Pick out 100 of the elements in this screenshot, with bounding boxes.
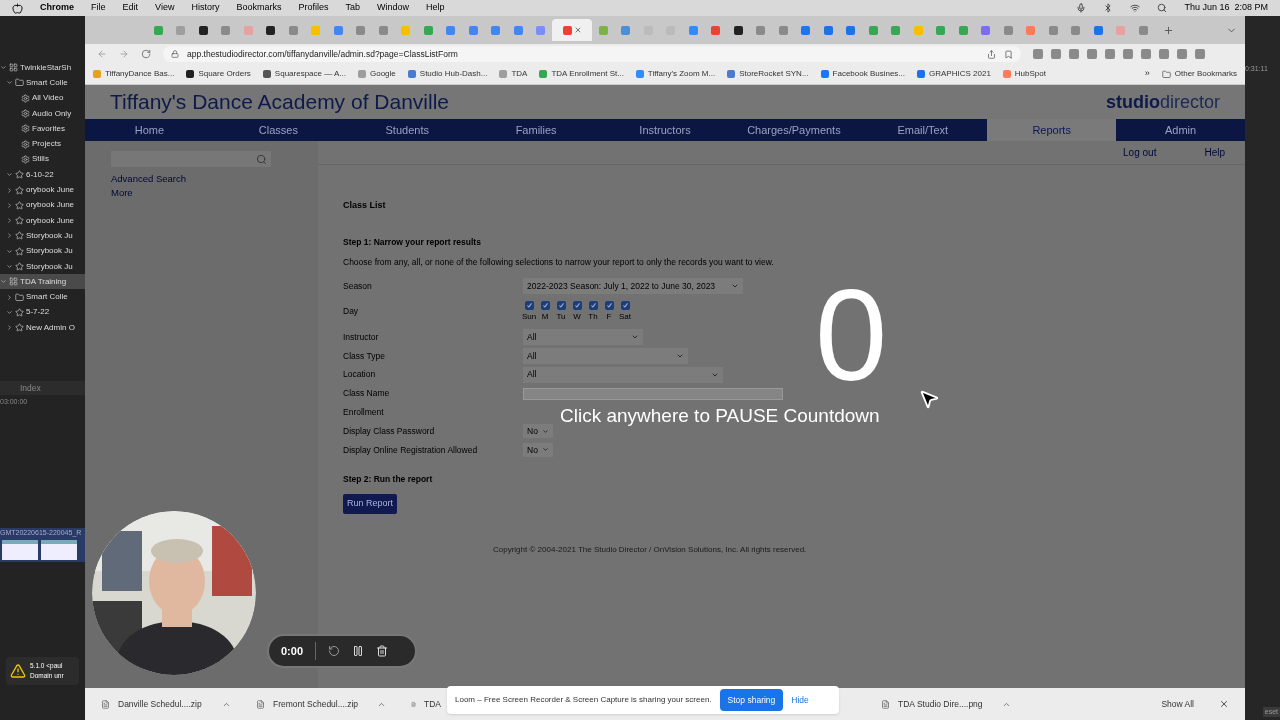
- show-all-link[interactable]: Show All: [1161, 697, 1194, 711]
- other-bookmarks[interactable]: Other Bookmarks: [1161, 68, 1237, 80]
- stop-sharing-button[interactable]: Stop sharing: [719, 688, 784, 712]
- day-checkbox[interactable]: [556, 300, 566, 310]
- library-item[interactable]: TwinkleStarSh: [0, 60, 85, 76]
- download-item[interactable]: Danville Schedul....zip: [101, 697, 231, 711]
- menu-item[interactable]: History: [191, 1, 220, 15]
- library-item[interactable]: New Admin O: [6, 320, 85, 336]
- library-item[interactable]: TDA Training: [0, 274, 85, 290]
- menu-item[interactable]: Profiles: [298, 1, 329, 15]
- wifi-icon[interactable]: [1130, 3, 1141, 13]
- forward-icon[interactable]: [119, 49, 129, 59]
- download-item[interactable]: TDA: [411, 697, 441, 711]
- help-link[interactable]: Help: [1204, 145, 1225, 160]
- select-field[interactable]: No: [523, 442, 553, 457]
- share-icon[interactable]: [987, 49, 996, 59]
- app-menu[interactable]: Chrome: [40, 1, 74, 15]
- more-bookmarks[interactable]: »: [1144, 67, 1150, 81]
- select-field[interactable]: No: [523, 424, 553, 439]
- advanced-search-link[interactable]: Advanced Search: [111, 172, 186, 187]
- select-field[interactable]: All: [523, 329, 643, 346]
- bookmark[interactable]: Square Orders: [186, 68, 251, 80]
- library-item[interactable]: Smart Colle: [6, 75, 85, 91]
- new-tab-icon[interactable]: [1162, 24, 1174, 36]
- search-icon[interactable]: [1157, 3, 1168, 13]
- day-checkbox[interactable]: [524, 300, 534, 310]
- close-icon[interactable]: [573, 26, 582, 34]
- library-item[interactable]: Projects: [12, 136, 85, 152]
- library-item[interactable]: Smart Colle: [6, 289, 85, 305]
- day-checkbox[interactable]: [540, 300, 550, 310]
- bookmark[interactable]: GRAPHICS 2021: [917, 68, 991, 80]
- download-item[interactable]: TDA Studio Dire....png: [881, 697, 1011, 711]
- day-checkbox[interactable]: [620, 300, 630, 310]
- nav-tab[interactable]: Reports: [987, 119, 1117, 141]
- library-item[interactable]: orybook June: [6, 197, 85, 213]
- bookmark[interactable]: Tiffany's Zoom M...: [635, 68, 716, 80]
- library-item[interactable]: orybook June: [6, 182, 85, 198]
- select-field[interactable]: All: [523, 366, 723, 383]
- bookmark[interactable]: TDA: [499, 68, 528, 80]
- bookmark[interactable]: TiffanyDance Bas...: [93, 68, 175, 80]
- reload-icon[interactable]: [141, 49, 151, 59]
- nav-tab[interactable]: Instructors: [600, 119, 730, 141]
- bookmark[interactable]: HubSpot: [1002, 68, 1046, 80]
- day-checkbox[interactable]: [572, 300, 582, 310]
- library-item[interactable]: 6-10-22: [6, 167, 85, 183]
- library-item[interactable]: Storybook Ju: [6, 243, 85, 259]
- bookmark-icon[interactable]: [1004, 49, 1013, 59]
- microphone-icon[interactable]: [1076, 3, 1087, 13]
- library-item[interactable]: Stills: [12, 151, 85, 168]
- library-item[interactable]: Favorites: [12, 121, 85, 137]
- library-item[interactable]: orybook June: [6, 212, 85, 229]
- day-checkbox[interactable]: [588, 300, 598, 310]
- hide-button[interactable]: Hide: [791, 693, 809, 707]
- nav-tab[interactable]: Families: [471, 119, 601, 141]
- bookmark[interactable]: Studio Hub-Dash...: [407, 68, 488, 80]
- restart-icon[interactable]: [328, 645, 341, 657]
- step-heading: Step 2: Run the report: [343, 473, 433, 487]
- logout-link[interactable]: Log out: [1123, 145, 1157, 160]
- disclosure-icon[interactable]: [6, 263, 13, 270]
- more-link[interactable]: More: [111, 186, 133, 201]
- star-icon: [15, 200, 24, 210]
- nav-tab[interactable]: Classes: [213, 119, 343, 141]
- library-item[interactable]: 5-7-22: [6, 304, 85, 321]
- day-checkbox[interactable]: [604, 300, 614, 310]
- run-report-button[interactable]: Run Report: [343, 494, 398, 514]
- select-field[interactable]: All: [523, 348, 688, 364]
- library-item[interactable]: All Video: [12, 90, 85, 106]
- nav-tab[interactable]: Charges/Payments: [729, 119, 859, 141]
- menu-item[interactable]: Edit: [122, 1, 139, 15]
- bookmark[interactable]: TDA Enrollment St...: [539, 68, 624, 80]
- menu-item[interactable]: Window: [376, 1, 409, 15]
- library-item[interactable]: Storybook Ju: [6, 228, 85, 244]
- nav-tab[interactable]: Email/Text: [858, 119, 988, 141]
- menu-item[interactable]: Tab: [345, 1, 360, 15]
- nav-tab[interactable]: Students: [342, 119, 472, 141]
- clock[interactable]: Thu Jun 16 2:08 PM: [1184, 1, 1268, 15]
- countdown-hint[interactable]: Click anywhere to PAUSE Countdown: [560, 406, 880, 425]
- bluetooth-icon[interactable]: [1103, 3, 1114, 13]
- bookmark[interactable]: Squarespace — A...: [262, 68, 346, 80]
- close-icon[interactable]: [1219, 699, 1229, 709]
- trash-icon[interactable]: [376, 645, 389, 657]
- nav-tab[interactable]: Home: [85, 119, 214, 141]
- library-item[interactable]: Storybook Ju: [6, 258, 85, 275]
- bookmark[interactable]: Google: [358, 68, 396, 80]
- menu-item[interactable]: Bookmarks: [236, 1, 282, 15]
- menu-item[interactable]: View: [155, 1, 175, 15]
- apple-icon[interactable]: [12, 2, 23, 14]
- address-bar[interactable]: app.thestudiodirector.com/tiffanydanville/admin.sd?page=ClassListForm: [163, 46, 1021, 62]
- menu-item[interactable]: File: [91, 1, 106, 15]
- download-item[interactable]: Fremont Schedul....zip: [256, 697, 386, 711]
- search-field[interactable]: [111, 151, 271, 167]
- class-name-field[interactable]: [523, 387, 783, 400]
- library-item[interactable]: Audio Only: [12, 105, 85, 122]
- bookmark[interactable]: Facebook Busines...: [820, 68, 906, 80]
- select-field[interactable]: 2022-2023 Season: July 1, 2022 to June 30, 2023: [523, 278, 743, 295]
- nav-tab[interactable]: Admin: [1116, 119, 1245, 141]
- bookmark[interactable]: StoreRocket SYN...: [727, 68, 809, 80]
- pause-icon[interactable]: [352, 645, 365, 657]
- menu-item[interactable]: Help: [426, 1, 445, 15]
- back-icon[interactable]: [97, 49, 107, 59]
